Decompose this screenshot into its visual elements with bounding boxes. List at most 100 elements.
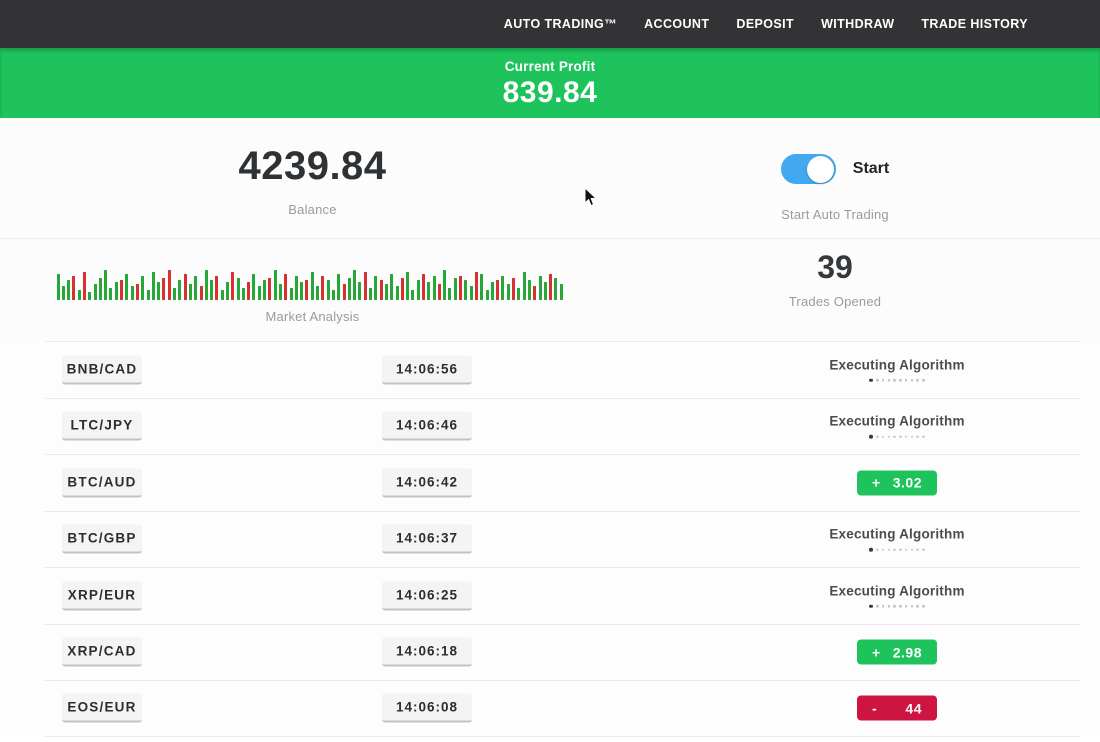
pair-badge[interactable]: XRP/CAD xyxy=(62,638,142,667)
stats-row-balance: 4239.84 Balance Start Start Auto Trading xyxy=(0,118,1100,238)
pl-value: 44 xyxy=(905,700,922,716)
time-badge[interactable]: 14:06:56 xyxy=(382,355,472,384)
market-bar xyxy=(274,270,277,300)
nav-item-auto-trading[interactable]: AUTO TRADING™ xyxy=(504,17,617,31)
market-bar xyxy=(247,282,250,300)
executing-algorithm-label: Executing Algorithm xyxy=(829,583,964,598)
nav-item-account[interactable]: ACCOUNT xyxy=(644,17,709,31)
market-bar xyxy=(215,276,218,300)
market-bar xyxy=(560,284,563,300)
market-bar xyxy=(178,280,181,300)
loading-dot xyxy=(888,548,891,551)
table-row: BTC/AUD 14:06:42 +3.02 xyxy=(45,454,1080,511)
pl-sign: - xyxy=(872,700,877,716)
loading-dot xyxy=(876,379,879,382)
market-bar xyxy=(131,286,134,300)
loading-dot xyxy=(893,435,896,438)
top-nav: AUTO TRADING™ ACCOUNT DEPOSIT WITHDRAW TRADE… xyxy=(0,0,1100,48)
market-bar xyxy=(496,280,499,300)
market-bar xyxy=(427,282,430,300)
market-bar xyxy=(417,280,420,300)
market-bar xyxy=(125,274,128,300)
balance-block: 4239.84 Balance xyxy=(0,118,625,238)
loading-dot xyxy=(893,548,896,551)
market-bar xyxy=(501,276,504,300)
start-toggle-label: Start xyxy=(853,160,889,178)
time-badge[interactable]: 14:06:46 xyxy=(382,412,472,441)
market-bar xyxy=(380,280,383,300)
nav-item-withdraw[interactable]: WITHDRAW xyxy=(821,17,894,31)
market-bar xyxy=(221,290,224,300)
market-bar xyxy=(78,290,81,300)
loading-dot xyxy=(888,435,891,438)
pair-badge[interactable]: XRP/EUR xyxy=(62,581,142,610)
loading-dot xyxy=(899,435,902,438)
loading-dot xyxy=(869,435,873,439)
trade-status: +3.02 xyxy=(797,470,997,495)
loading-dot xyxy=(911,435,914,438)
market-bar xyxy=(554,278,557,300)
pair-badge[interactable]: BNB/CAD xyxy=(62,355,142,384)
current-profit-label: Current Profit xyxy=(0,48,1100,74)
pair-badge[interactable]: EOS/EUR xyxy=(62,694,142,723)
loading-dot xyxy=(869,604,873,608)
loading-dot xyxy=(876,435,879,438)
loading-dot xyxy=(893,605,896,608)
time-badge[interactable]: 14:06:37 xyxy=(382,525,472,554)
market-bar xyxy=(332,290,335,300)
loading-dot xyxy=(905,435,908,438)
pair-badge[interactable]: LTC/JPY xyxy=(62,412,142,441)
market-bar xyxy=(290,288,293,300)
loading-dot xyxy=(905,605,908,608)
executing-algorithm-label: Executing Algorithm xyxy=(829,414,964,429)
market-bar xyxy=(422,274,425,300)
pl-value: 2.98 xyxy=(893,644,922,660)
profit-badge: +3.02 xyxy=(857,470,937,495)
market-bar xyxy=(369,288,372,300)
table-row: LTC/JPY 14:06:46 Executing Algorithm xyxy=(45,398,1080,455)
nav-item-deposit[interactable]: DEPOSIT xyxy=(736,17,794,31)
trade-status: Executing Algorithm xyxy=(797,414,997,439)
market-bar xyxy=(279,284,282,300)
market-bar xyxy=(115,282,118,300)
loading-dots xyxy=(869,435,925,439)
market-bar xyxy=(523,272,526,300)
time-badge[interactable]: 14:06:08 xyxy=(382,694,472,723)
market-bar xyxy=(147,290,150,300)
balance-label: Balance xyxy=(288,202,336,217)
market-bar xyxy=(390,274,393,300)
market-bar xyxy=(157,282,160,300)
nav-item-trade-history[interactable]: TRADE HISTORY xyxy=(921,17,1028,31)
pair-badge[interactable]: BTC/AUD xyxy=(62,468,142,497)
table-row: XRP/CAD 14:06:18 +2.98 xyxy=(45,624,1080,681)
pl-value: 3.02 xyxy=(893,475,922,491)
trade-status: Executing Algorithm xyxy=(797,583,997,608)
start-auto-trading-toggle[interactable] xyxy=(781,154,836,184)
time-badge[interactable]: 14:06:18 xyxy=(382,638,472,667)
market-bar xyxy=(401,278,404,300)
loss-badge: - 44 xyxy=(857,696,937,721)
loading-dot xyxy=(916,605,919,608)
time-badge[interactable]: 14:06:25 xyxy=(382,581,472,610)
market-bar xyxy=(470,286,473,300)
market-bar xyxy=(305,280,308,300)
loading-dot xyxy=(882,379,885,382)
market-bar xyxy=(539,276,542,300)
market-bar xyxy=(358,282,361,300)
market-analysis-label: Market Analysis xyxy=(265,309,359,324)
market-bar xyxy=(173,288,176,300)
trade-status: +2.98 xyxy=(797,640,997,665)
market-bar xyxy=(549,274,552,300)
table-row: BNB/CAD 14:06:56 Executing Algorithm xyxy=(45,341,1080,398)
executing-algorithm-label: Executing Algorithm xyxy=(829,357,964,372)
current-profit-value: 839.84 xyxy=(0,76,1100,110)
pl-sign: + xyxy=(872,475,881,491)
trade-status: - 44 xyxy=(797,696,997,721)
market-bar xyxy=(480,274,483,300)
time-badge[interactable]: 14:06:42 xyxy=(382,468,472,497)
market-bar xyxy=(72,276,75,300)
market-bar xyxy=(62,286,65,300)
loading-dot xyxy=(922,435,925,438)
market-bar xyxy=(231,272,234,300)
pair-badge[interactable]: BTC/GBP xyxy=(62,525,142,554)
